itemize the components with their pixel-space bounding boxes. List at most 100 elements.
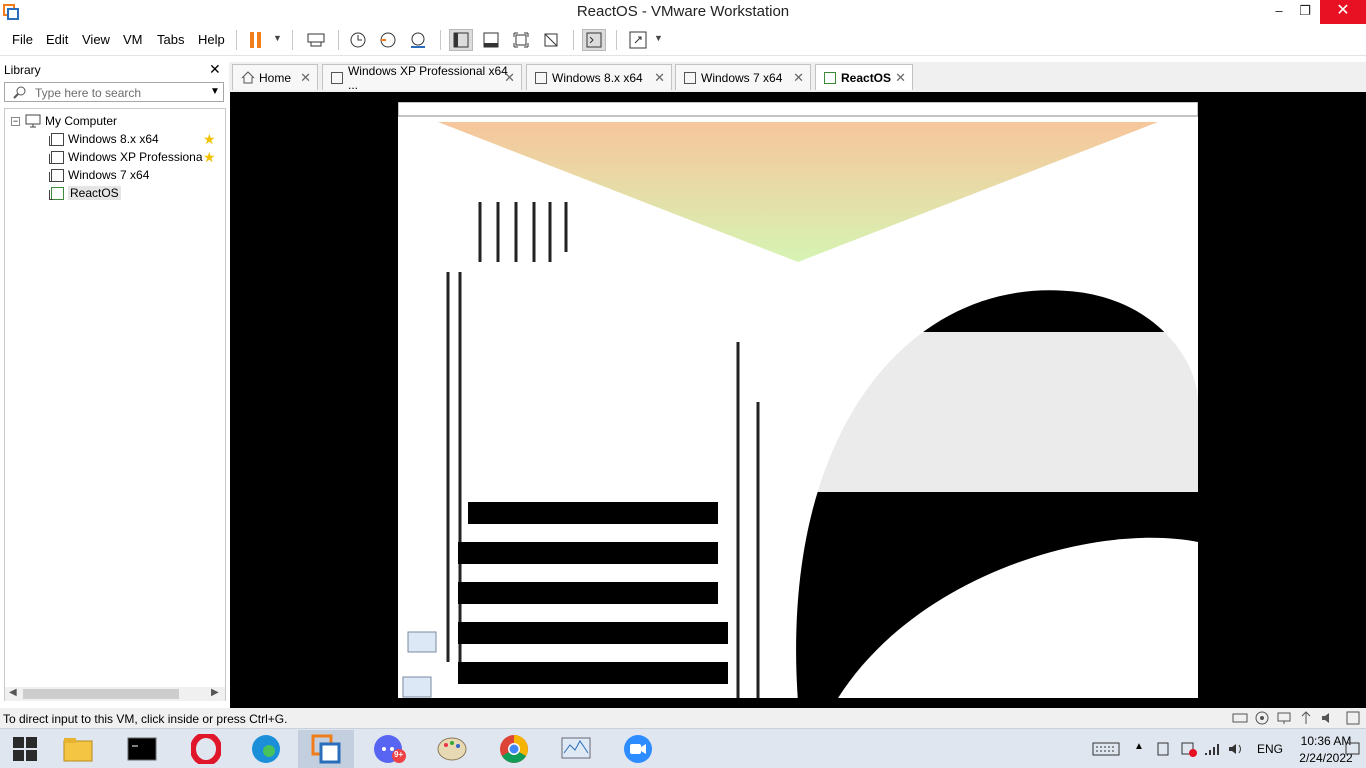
collapse-icon[interactable]: − (11, 116, 20, 126)
tab-close-icon[interactable]: ✕ (654, 70, 665, 86)
show-library-button[interactable] (449, 29, 473, 51)
menu-vm[interactable]: VM (123, 32, 143, 47)
opera-icon (191, 734, 221, 764)
minimize-button[interactable]: – (1265, 0, 1293, 24)
tab-label: Home (259, 70, 292, 85)
scrollbar-thumb[interactable] (23, 689, 179, 699)
taskbar-edge[interactable] (238, 730, 294, 768)
keyboard-icon (307, 33, 325, 47)
snapshot-button[interactable] (346, 29, 370, 51)
snapshot-clock-icon (350, 32, 366, 48)
library-tree: − My Computer Windows 8.x x64 ★ Windows … (4, 108, 226, 701)
snapshot-manager-icon (411, 32, 425, 48)
touch-keyboard-icon[interactable] (1092, 741, 1120, 757)
tab-close-icon[interactable]: ✕ (895, 70, 906, 86)
menu-edit[interactable]: Edit (46, 32, 68, 47)
usb-icon[interactable] (1298, 711, 1314, 725)
zoom-icon (624, 735, 652, 763)
volume-icon[interactable] (1227, 741, 1245, 757)
library-close-icon[interactable]: ✕ (209, 61, 221, 78)
tree-item-label: Windows XP Professiona (68, 150, 203, 164)
send-ctrl-alt-del-button[interactable] (304, 29, 328, 51)
input-language-indicator[interactable]: ENG (1257, 742, 1283, 756)
power-dropdown-caret[interactable]: ▼ (273, 33, 282, 43)
computer-icon (25, 114, 41, 128)
tree-item-label: Windows 7 x64 (68, 168, 150, 182)
tree-item-windows-8[interactable]: Windows 8.x x64 (49, 130, 159, 148)
toolbar-separator (292, 30, 293, 50)
library-panel: Library ✕ ▼ − My Computer Windows 8.x x6… (0, 58, 228, 708)
menu-help[interactable]: Help (198, 32, 225, 47)
network-error-icon[interactable] (1180, 741, 1198, 757)
maximize-button[interactable]: ❐ (1291, 0, 1319, 24)
library-search-box[interactable]: ▼ (4, 82, 224, 102)
library-horizontal-scrollbar[interactable]: ◀ ▶ (5, 687, 225, 701)
tab-label: Windows 7 x64 (701, 70, 783, 85)
wifi-signal-icon[interactable] (1203, 741, 1221, 757)
performance-monitor-icon (561, 737, 591, 759)
stretch-dropdown-caret[interactable]: ▼ (654, 33, 663, 43)
console-view-button[interactable] (582, 29, 606, 51)
scroll-left-arrow-icon[interactable]: ◀ (9, 687, 17, 698)
tab-windows-7[interactable]: Windows 7 x64 ✕ (675, 64, 811, 90)
windows-taskbar: 9+ ▲ ENG 10:36 AM 2/24/2022 (0, 728, 1366, 768)
tree-item-label: ReactOS (68, 186, 121, 200)
tab-windows-8[interactable]: Windows 8.x x64 ✕ (526, 64, 672, 90)
thumbnail-bar-button[interactable] (479, 29, 503, 51)
tab-home[interactable]: Home ✕ (232, 64, 318, 90)
search-dropdown-caret[interactable]: ▼ (210, 86, 220, 97)
taskbar-performance-monitor[interactable] (548, 730, 604, 768)
guest-display[interactable] (398, 102, 1198, 698)
tab-windows-xp[interactable]: Windows XP Professional x64 ... ✕ (322, 64, 522, 92)
close-button[interactable]: ✕ (1320, 0, 1366, 24)
search-icon (13, 86, 26, 99)
taskbar-chrome[interactable] (486, 730, 542, 768)
taskbar-opera[interactable] (178, 730, 234, 768)
tree-item-reactos[interactable]: ReactOS (49, 184, 121, 202)
tab-close-icon[interactable]: ✕ (504, 70, 515, 86)
hard-disk-icon[interactable] (1232, 711, 1248, 725)
vm-icon (49, 150, 64, 164)
pause-button[interactable] (244, 29, 268, 51)
vmware-icon (311, 734, 341, 764)
menu-file[interactable]: File (12, 32, 33, 47)
library-search-input[interactable] (35, 85, 205, 100)
cd-dvd-icon[interactable] (1254, 711, 1270, 725)
unity-icon (544, 33, 558, 47)
menu-view[interactable]: View (82, 32, 110, 47)
revert-snapshot-icon (380, 32, 396, 48)
taskbar-file-explorer[interactable] (50, 730, 106, 768)
taskbar-zoom[interactable] (610, 730, 666, 768)
network-adapter-icon[interactable] (1276, 711, 1292, 725)
snapshot-manager-button[interactable] (406, 29, 430, 51)
vm-icon (535, 71, 547, 84)
tree-root-my-computer[interactable]: − My Computer (11, 112, 117, 130)
sound-card-icon[interactable] (1320, 711, 1336, 725)
tab-reactos[interactable]: ReactOS ✕ (815, 64, 913, 90)
scroll-right-arrow-icon[interactable]: ▶ (211, 687, 219, 698)
taskbar-command-prompt[interactable] (114, 730, 170, 768)
revert-snapshot-button[interactable] (376, 29, 400, 51)
taskbar-discord[interactable]: 9+ (362, 730, 418, 768)
tree-item-windows-7[interactable]: Windows 7 x64 (49, 166, 150, 184)
stretch-guest-button[interactable] (626, 29, 650, 51)
taskbar-vmware[interactable] (298, 730, 354, 768)
tree-item-label: Windows 8.x x64 (68, 132, 159, 146)
device-eject-icon[interactable] (1155, 741, 1173, 757)
taskbar-paint[interactable] (424, 730, 480, 768)
unity-button[interactable] (539, 29, 563, 51)
tab-close-icon[interactable]: ✕ (300, 70, 311, 86)
tree-item-windows-xp[interactable]: Windows XP Professiona (49, 148, 203, 166)
menu-tabs[interactable]: Tabs (157, 32, 184, 47)
tab-label: ReactOS (841, 70, 892, 85)
tab-close-icon[interactable]: ✕ (793, 70, 804, 86)
vm-icon (49, 168, 64, 182)
paint-palette-icon (437, 737, 467, 761)
notifications-icon[interactable] (1344, 741, 1362, 757)
show-hidden-icons-chevron-icon[interactable]: ▲ (1134, 741, 1144, 752)
message-log-icon[interactable] (1345, 711, 1361, 725)
vm-console[interactable] (230, 92, 1366, 708)
full-screen-button[interactable] (509, 29, 533, 51)
start-button[interactable] (0, 730, 50, 768)
vm-icon (331, 71, 343, 84)
